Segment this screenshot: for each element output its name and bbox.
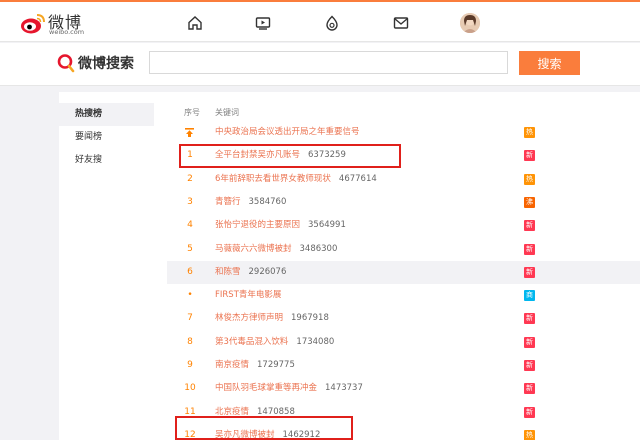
video-icon[interactable] xyxy=(254,14,272,32)
keyword-link[interactable]: 和陈雪 2926076 xyxy=(215,261,286,284)
search-logo-icon xyxy=(57,54,75,73)
rank-number: 5 xyxy=(187,243,193,254)
message-icon[interactable] xyxy=(392,14,410,32)
heat-value: 1473737 xyxy=(325,383,363,394)
badge-new: 新 xyxy=(524,336,535,348)
badge-new: 新 xyxy=(524,406,535,418)
rank-number: 7 xyxy=(187,313,193,324)
sidebar-item-hot-search[interactable]: 热搜榜 xyxy=(59,103,154,126)
keyword-link[interactable]: 6年前辞职去看世界女教师现状 4677614 xyxy=(215,168,377,191)
sidebar: 热搜榜 要闻榜 好友搜 xyxy=(59,92,154,440)
rank-number: 4 xyxy=(187,220,193,231)
annotation-highlight-box xyxy=(175,416,353,440)
table-row[interactable]: 6 和陈雪 2926076 新 xyxy=(167,260,640,285)
weibo-eye-icon xyxy=(21,14,45,34)
keyword-link[interactable]: 张怡宁退役的主要原因 3564991 xyxy=(215,214,346,237)
table-row[interactable]: 中央政治局会议透出开局之年重要信号 热 xyxy=(167,121,640,144)
sidebar-item-news[interactable]: 要闻榜 xyxy=(59,126,154,149)
keyword-link[interactable]: 青簪行 3584760 xyxy=(215,191,286,214)
rank-number: 3 xyxy=(187,196,193,207)
rank-number: 6 xyxy=(187,266,193,277)
pin-top-icon xyxy=(185,128,194,137)
badge-new: 新 xyxy=(524,220,535,232)
rank-number: 10 xyxy=(184,383,196,394)
keyword-link[interactable]: 南京疫情 1729775 xyxy=(215,354,295,377)
rank-number: 8 xyxy=(187,336,193,347)
heat-value: 3584760 xyxy=(248,196,287,207)
heat-value: 2926076 xyxy=(248,266,287,277)
keyword-link[interactable]: FIRST青年电影展 xyxy=(215,284,281,307)
badge-boil: 沸 xyxy=(524,196,535,208)
avatar[interactable] xyxy=(460,13,480,33)
top-navigation-bar: 微博 weibo.com xyxy=(0,0,640,42)
badge-hot: 热 xyxy=(524,127,535,138)
discover-icon[interactable] xyxy=(323,14,341,32)
heat-value: 3564991 xyxy=(308,220,346,231)
badge-new: 新 xyxy=(524,266,535,278)
sidebar-item-friends[interactable]: 好友搜 xyxy=(59,149,154,172)
column-header-keyword: 关键词 xyxy=(215,108,239,117)
badge-new: 新 xyxy=(524,360,535,371)
weibo-search-logo: 微博搜索 xyxy=(57,53,157,73)
badge-new: 新 xyxy=(524,313,535,325)
badge-commercial: 商 xyxy=(524,290,535,302)
keyword-link[interactable]: 中央政治局会议透出开局之年重要信号 xyxy=(215,121,360,144)
column-header-rank: 序号 xyxy=(184,108,200,117)
table-row[interactable]: • FIRST青年电影展 商 xyxy=(167,284,640,307)
heat-value: 4677614 xyxy=(338,173,377,184)
search-bar-row: 微博搜索 搜索 xyxy=(0,43,640,86)
heat-value: 1967918 xyxy=(291,313,329,324)
rank-ad-dot: • xyxy=(187,290,193,301)
table-row[interactable]: 4 张怡宁退役的主要原因 3564991 新 xyxy=(167,214,640,237)
rank-number: 2 xyxy=(187,173,193,184)
heat-value: 1734080 xyxy=(296,336,335,347)
table-row[interactable]: 3 青簪行 3584760 沸 xyxy=(167,191,640,214)
keyword-link[interactable]: 中国队羽毛球掌重等再冲金 1473737 xyxy=(215,377,363,400)
home-icon[interactable] xyxy=(186,14,204,32)
table-row[interactable]: 10 中国队羽毛球掌重等再冲金 1473737 新 xyxy=(167,377,640,400)
weibo-logo[interactable]: 微博 weibo.com xyxy=(20,9,100,39)
table-row[interactable]: 5 马薇薇六六微博被封 3486300 新 xyxy=(167,238,640,261)
badge-hot: 热 xyxy=(524,173,535,185)
heat-value: 1729775 xyxy=(257,360,295,370)
search-button[interactable]: 搜索 xyxy=(519,51,580,75)
badge-new: 新 xyxy=(524,150,535,162)
keyword-link[interactable]: 马薇薇六六微博被封 3486300 xyxy=(215,238,337,261)
badge-new: 新 xyxy=(524,243,535,255)
heat-value: 3486300 xyxy=(299,243,338,254)
table-row[interactable]: 7 林俊杰方律师声明 1967918 新 xyxy=(167,307,640,330)
table-row[interactable]: 9 南京疫情 1729775 新 xyxy=(167,354,640,377)
brand-domain: weibo.com xyxy=(49,28,85,36)
badge-hot: 热 xyxy=(524,429,535,440)
annotation-highlight-box xyxy=(179,144,401,168)
search-input[interactable] xyxy=(149,51,508,74)
keyword-link[interactable]: 林俊杰方律师声明 1967918 xyxy=(215,307,329,330)
table-row[interactable]: 8 第3代毒品混入饮料 1734080 新 xyxy=(167,331,640,354)
keyword-link[interactable]: 第3代毒品混入饮料 1734080 xyxy=(215,331,334,354)
search-logo-text: 微博搜索 xyxy=(78,56,134,72)
rank-number: 9 xyxy=(187,360,193,370)
badge-new: 新 xyxy=(524,383,535,395)
table-row[interactable]: 2 6年前辞职去看世界女教师现状 4677614 热 xyxy=(167,168,640,191)
